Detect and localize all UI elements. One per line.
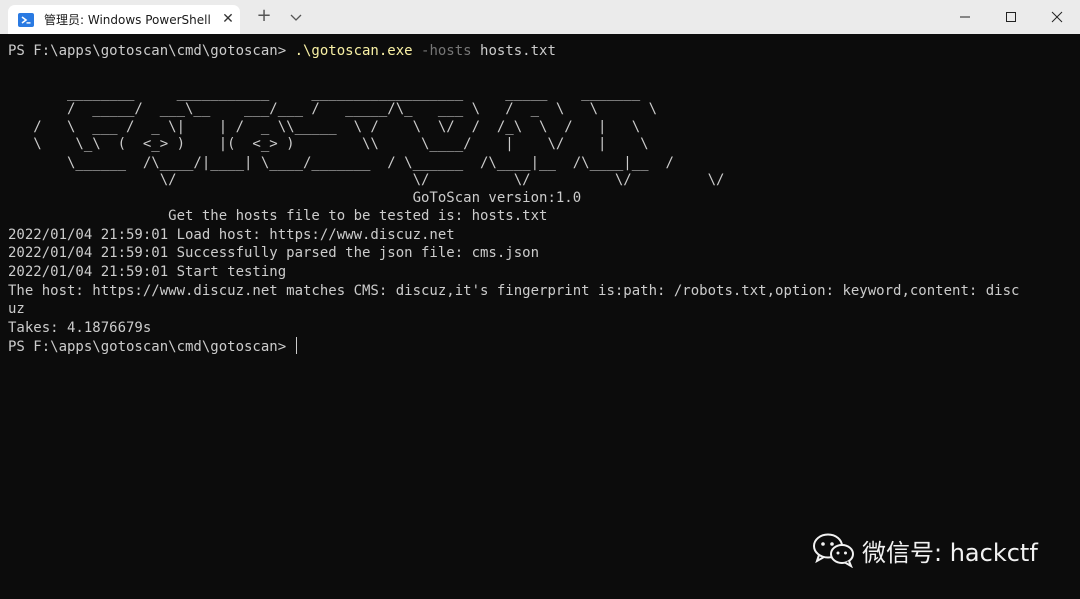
watermark: 微信号: hackctf xyxy=(812,530,1038,570)
maximize-button[interactable] xyxy=(988,0,1034,34)
output-line: Takes: 4.1876679s xyxy=(8,320,152,336)
command-argument: hosts.txt xyxy=(471,43,556,59)
terminal-output[interactable]: PS F:\apps\gotoscan\cmd\gotoscan> .\goto… xyxy=(0,34,1080,599)
command-executable: .\gotoscan.exe xyxy=(294,43,413,59)
tab-title: 管理员: Windows PowerShell xyxy=(44,13,211,27)
output-line: 2022/01/04 21:59:01 Start testing xyxy=(8,264,287,280)
command-prompt: PS F:\apps\gotoscan\cmd\gotoscan> xyxy=(8,43,295,59)
tab-powershell[interactable]: 管理员: Windows PowerShell ✕ xyxy=(8,5,240,34)
minimize-button[interactable] xyxy=(942,0,988,34)
maximize-icon xyxy=(1006,12,1016,22)
title-bar[interactable]: 管理员: Windows PowerShell ✕ + xyxy=(0,0,1080,34)
command-flag: -hosts xyxy=(412,43,472,59)
text-cursor xyxy=(295,337,297,354)
banner-line-4: \ \_\ ( <_> ) |( <_> ) \\ \____/ | \/ | … xyxy=(8,136,649,152)
powershell-icon xyxy=(18,12,34,28)
version-line: GoToScan version:1.0 xyxy=(8,190,582,206)
close-icon xyxy=(1051,11,1063,23)
final-prompt: PS F:\apps\gotoscan\cmd\gotoscan> xyxy=(8,339,295,355)
scrollbar[interactable] xyxy=(1076,34,1080,599)
banner-line-5: \______ /\____/|____| \____/_______ / \_… xyxy=(8,155,674,171)
current-prompt-line[interactable]: PS F:\apps\gotoscan\cmd\gotoscan> xyxy=(8,337,297,356)
chevron-down-icon[interactable] xyxy=(286,7,306,27)
close-button[interactable] xyxy=(1034,0,1080,34)
banner-line-2: / _____/ ___\__ ___/___ / _____/\_ ___ \… xyxy=(8,101,658,117)
output-line: The host: https://www.discuz.net matches… xyxy=(8,283,1020,299)
banner-line-6: \/ \/ \/ \/ \/ xyxy=(8,172,725,188)
powershell-window: 管理员: Windows PowerShell ✕ + PS F:\apps\g… xyxy=(0,0,1080,599)
watermark-text: 微信号: hackctf xyxy=(862,538,1038,567)
wechat-icon xyxy=(813,533,854,568)
banner-line-3: / \ ___ / _ \| | / _ \\_____ \ / \ \/ / … xyxy=(8,119,641,135)
command-line: PS F:\apps\gotoscan\cmd\gotoscan> .\goto… xyxy=(8,42,556,60)
output-line: 2022/01/04 21:59:01 Load host: https://w… xyxy=(8,227,455,243)
output-line: Get the hosts file to be tested is: host… xyxy=(8,208,548,224)
output-line: 2022/01/04 21:59:01 Successfully parsed … xyxy=(8,245,540,261)
tab-close-icon[interactable]: ✕ xyxy=(220,11,236,27)
minimize-icon xyxy=(960,16,970,18)
new-tab-button[interactable]: + xyxy=(254,6,274,26)
output-line: uz xyxy=(8,301,25,317)
